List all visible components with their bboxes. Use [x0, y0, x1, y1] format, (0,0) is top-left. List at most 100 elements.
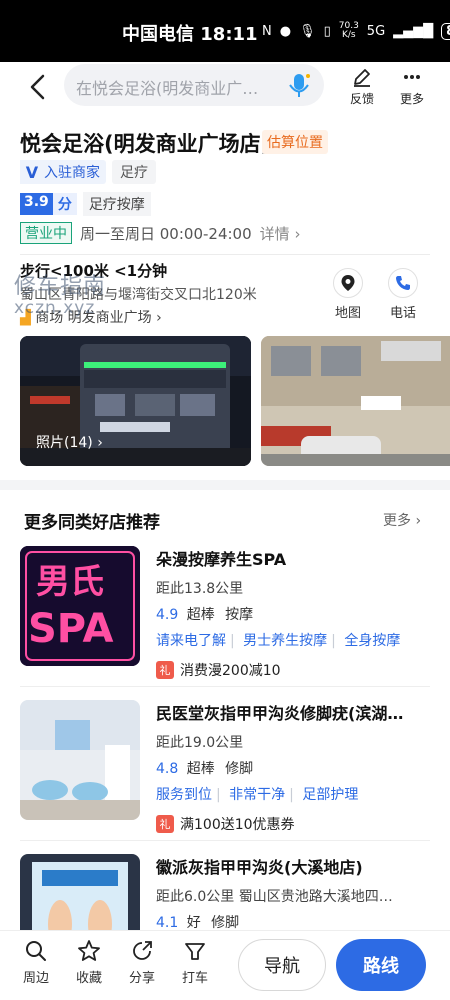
more-dots-icon — [404, 75, 420, 79]
rating-unit: 分 — [52, 193, 77, 215]
foot-poster-thumbnail-image — [20, 854, 140, 930]
chevron-right-icon: › — [156, 310, 162, 326]
section-gap — [0, 480, 450, 490]
map-button-circle — [333, 268, 363, 298]
walk-distance: 步行<100米 <1分钟 — [20, 262, 168, 280]
recommend-rating: 4.1 好 修脚 — [156, 912, 430, 930]
phone-button-circle — [388, 268, 418, 298]
merchant-tag[interactable]: V 入驻商家 — [20, 160, 106, 184]
recommend-level: 超棒 — [186, 761, 215, 777]
search-input[interactable]: 在悦会足浴(明发商业广… — [64, 64, 324, 106]
status-icons: N ● 🎙 ▯ 70.3K/s 5G ▂▄▆█ 84 — [262, 22, 450, 40]
gift-icon: 礼 — [156, 815, 174, 833]
recommend-tag: 非常干净 — [229, 787, 286, 803]
storefront-day-image — [261, 336, 450, 466]
recommend-category: 按摩 — [225, 607, 254, 623]
map-label: 地图 — [334, 306, 361, 321]
route-button[interactable]: 路线 — [336, 939, 426, 991]
recommend-name: 朵漫按摩养生SPA — [156, 550, 287, 569]
recommend-tag: 请来电了解 — [156, 633, 226, 649]
map-button[interactable]: 地图 — [328, 268, 368, 321]
mic-status-icon: 🎙 — [299, 23, 316, 39]
mall-link[interactable]: ▟ 商场 明发商业广场 › — [20, 307, 162, 327]
nfc-icon: N — [262, 23, 272, 39]
star-icon — [78, 940, 100, 961]
divider — [20, 840, 430, 841]
location-badge[interactable]: 估算位置 — [262, 130, 328, 154]
navigate-button[interactable]: 导航 — [238, 939, 326, 991]
recommend-category: 修脚 — [225, 761, 254, 777]
recommend-info: 徽派灰指甲甲沟炎(大溪地店) 距此6.0公里 蜀山区贵池路大溪地四… 4.1 好… — [156, 854, 430, 930]
header: 在悦会足浴(明发商业广… 反馈 更多 — [0, 62, 450, 118]
mall-icon: ▟ — [20, 310, 31, 326]
chevron-right-icon: › — [415, 513, 422, 529]
recommend-rating: 4.8 超棒 修脚 — [156, 758, 430, 778]
taxi-button[interactable]: 打车 — [175, 939, 215, 986]
favorite-label: 收藏 — [75, 971, 102, 986]
photos-count-label[interactable]: 照片(14) › — [36, 432, 103, 452]
recommend-tags: 请来电了解 | 男士养生按摩 | 全身按摩 — [156, 630, 430, 650]
recommend-category: 修脚 — [211, 915, 240, 930]
recommend-level: 好 — [186, 915, 201, 930]
shop-address[interactable]: 蜀山区青阳路与堰湾街交叉口北120米 — [20, 284, 257, 304]
net-speed-unit: K/s — [341, 30, 356, 40]
rating-row[interactable]: 3.9 分 足疗按摩 — [20, 192, 151, 216]
recommend-tag: 男士养生按摩 — [243, 633, 328, 649]
tag-separator: | — [216, 787, 221, 803]
gift-icon: 礼 — [156, 661, 174, 679]
map-pin-icon — [341, 275, 355, 291]
recommend-thumb: 男氏 SPA — [20, 546, 140, 666]
recommend-card[interactable]: 民医堂灰指甲甲沟炎修脚疣(滨湖… 距此19.0公里 4.8 超棒 修脚 服务到位… — [20, 700, 430, 833]
phone-button[interactable]: 电话 — [383, 268, 423, 321]
photos-count-text: 照片(14) — [36, 435, 93, 451]
thumb-text-top: 男氏 — [36, 562, 104, 602]
recommend-distance: 距此6.0公里 蜀山区贵池路大溪地四… — [156, 889, 393, 905]
rating-score: 3.9 分 — [20, 193, 77, 215]
phone-icon — [396, 276, 410, 290]
hours-detail-link[interactable]: 详情 › — [260, 223, 301, 244]
recommend-tag: 全身按摩 — [344, 633, 401, 649]
recommend-level: 超棒 — [186, 607, 215, 623]
bottom-action-bar: 周边 收藏 分享 打车 导航 路线 — [0, 930, 450, 1000]
recommend-distance: 距此13.8公里 — [156, 581, 244, 597]
merchant-tag-label: 入驻商家 — [44, 165, 100, 181]
recommend-more-link[interactable]: 更多 › — [383, 510, 421, 530]
taxi-label: 打车 — [181, 971, 208, 986]
voice-mic-icon[interactable] — [284, 70, 314, 100]
recommend-name: 民医堂灰指甲甲沟炎修脚疣(滨湖… — [156, 704, 404, 723]
hours-row[interactable]: 营业中 周一至周日 00:00-24:00 详情 › — [20, 222, 300, 244]
clinic-thumbnail-image — [20, 700, 140, 820]
recommend-card[interactable]: 徽派灰指甲甲沟炎(大溪地店) 距此6.0公里 蜀山区贵池路大溪地四… 4.1 好… — [20, 854, 430, 930]
recommend-distance: 距此19.0公里 — [156, 735, 244, 751]
recommend-rating: 4.9 超棒 按摩 — [156, 604, 430, 624]
rating-category: 足疗按摩 — [82, 192, 151, 216]
share-label: 分享 — [128, 971, 155, 986]
mall-label: 商场 明发商业广场 — [35, 310, 152, 326]
recommend-promo: 礼 消费漫200减10 — [156, 660, 430, 680]
recommend-thumb — [20, 854, 140, 930]
verified-icon: V — [20, 160, 44, 184]
search-placeholder: 在悦会足浴(明发商业广… — [76, 79, 259, 98]
search-nearby-icon — [26, 941, 46, 961]
shop-photo-main[interactable]: 照片(14) › — [20, 336, 251, 466]
recommend-title: 更多同类好店推荐 — [24, 513, 160, 533]
nearby-button[interactable]: 周边 — [16, 939, 56, 986]
phone-label: 电话 — [389, 306, 416, 321]
more-button[interactable]: 更多 — [394, 66, 430, 107]
feedback-button[interactable]: 反馈 — [344, 66, 380, 107]
location-icon: ● — [279, 23, 292, 39]
back-arrow-icon[interactable] — [24, 72, 54, 102]
share-button[interactable]: 分享 — [122, 939, 162, 986]
recommend-card[interactable]: 男氏 SPA 朵漫按摩养生SPA 距此13.8公里 4.9 超棒 按摩 请来电了… — [20, 546, 430, 679]
recommend-name: 徽派灰指甲甲沟炎(大溪地店) — [156, 858, 363, 877]
edit-pen-icon — [354, 69, 370, 87]
thumb-text-bottom: SPA — [28, 606, 114, 652]
vibrate-icon: ▯ — [323, 23, 331, 39]
signal-icon: ▂▄▆█ — [393, 23, 434, 39]
promo-text: 消费漫200减10 — [180, 663, 281, 679]
taxi-icon — [185, 943, 205, 960]
more-label: 更多 — [399, 92, 424, 106]
open-status-badge: 营业中 — [20, 222, 72, 244]
favorite-button[interactable]: 收藏 — [69, 939, 109, 986]
shop-photo-secondary[interactable] — [261, 336, 450, 466]
